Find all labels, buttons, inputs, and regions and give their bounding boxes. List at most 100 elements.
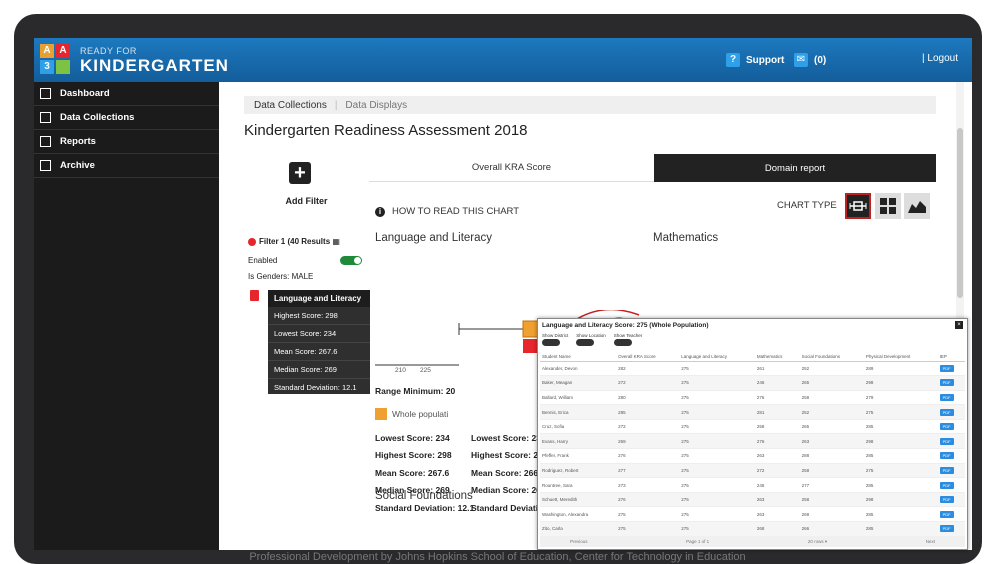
pdf-button[interactable]: PDF: [939, 423, 954, 431]
breadcrumb-data-collections[interactable]: Data Collections: [254, 100, 327, 111]
toggle-label: Show Location: [576, 333, 606, 338]
toggle-switch[interactable]: [576, 339, 595, 346]
document-icon: [40, 136, 51, 147]
table-row[interactable]: Cruz, Sofia 272 275 258 265 285 PDF: [540, 419, 965, 435]
col-physical[interactable]: Physical Development: [863, 353, 938, 362]
table-row[interactable]: Washington, Alexandra 275 275 263 268 285 PDF: [540, 506, 965, 523]
roster-table: Student Name Overall KRA Score Language …: [540, 353, 965, 537]
table-row[interactable]: Pfeffer, Frank 276 275 263 288 285 PDF: [540, 448, 965, 464]
pdf-button[interactable]: PDF: [939, 364, 954, 372]
tooltip-mean: Mean Score: 267.6: [268, 343, 370, 361]
pdf-button[interactable]: PDF: [939, 466, 954, 474]
legend-whole-population[interactable]: Whole populati: [375, 408, 448, 420]
stat-filter-sd: Standard Deviatio: [471, 503, 544, 513]
pdf-button[interactable]: PDF: [939, 525, 954, 533]
sidebar-item-label: Archive: [60, 160, 95, 171]
breadcrumb-data-displays[interactable]: Data Displays: [345, 100, 407, 111]
table-cell: 263: [754, 492, 800, 508]
sidebar-item-archive[interactable]: Archive: [34, 154, 219, 178]
filter-enabled-toggle[interactable]: [340, 256, 362, 265]
table-cell: 285: [863, 477, 938, 493]
trash-icon[interactable]: [250, 290, 259, 301]
pdf-button[interactable]: PDF: [939, 379, 954, 387]
toggle-switch[interactable]: [613, 339, 632, 346]
range-minimum: Range Minimum: 20: [375, 386, 456, 396]
pdf-button[interactable]: PDF: [939, 496, 954, 504]
table-cell: PDF: [937, 433, 965, 450]
stat-mean: Mean Score: 267.6: [375, 468, 450, 478]
col-math[interactable]: Mathematics: [754, 353, 800, 362]
table-cell: PDF: [937, 448, 965, 464]
messages-button[interactable]: ✉ (0): [794, 52, 826, 68]
chart-type-area-button[interactable]: [904, 193, 930, 219]
toggle-switch[interactable]: [542, 339, 560, 346]
toggle-show-district[interactable]: Show District: [542, 333, 568, 346]
pdf-button[interactable]: PDF: [939, 452, 954, 460]
col-iep[interactable]: IEP: [937, 353, 965, 362]
table-cell: 275: [679, 492, 755, 508]
monitor-icon: [40, 88, 51, 99]
roster-pagination: Previous Page 1 of 1 20 rows ▾ Next: [540, 536, 965, 547]
previous-page-button[interactable]: Previous: [570, 539, 588, 544]
table-cell: Alexander, Devon: [540, 361, 617, 377]
table-cell: 285: [616, 404, 680, 420]
report-tabs: Overall KRA Score Domain report: [369, 154, 936, 182]
col-student-name[interactable]: Student Name: [540, 353, 617, 362]
stat-filter-lowest: Lowest Score: 23: [471, 433, 541, 443]
pdf-button[interactable]: PDF: [939, 437, 954, 445]
table-row[interactable]: Bennis, Erica 285 275 281 252 275 PDF: [540, 404, 965, 420]
table-cell: 246: [754, 375, 800, 391]
table-row[interactable]: Rodriguez, Robert 277 275 272 258 275 PDF: [540, 463, 965, 479]
pdf-button[interactable]: PDF: [939, 510, 954, 518]
pdf-button[interactable]: PDF: [939, 481, 954, 489]
col-social[interactable]: Social Foundations: [799, 353, 864, 362]
col-overall-kra[interactable]: Overall KRA Score: [616, 353, 680, 362]
legend-swatch: [375, 408, 387, 420]
sidebar-item-data-collections[interactable]: Data Collections: [34, 106, 219, 130]
rows-per-page-select[interactable]: 20 rows ▾: [808, 539, 827, 545]
toggle-show-teacher[interactable]: Show Teacher: [613, 333, 642, 346]
table-cell: 285: [863, 521, 938, 537]
tab-overall-kra-score[interactable]: Overall KRA Score: [369, 154, 654, 182]
roster-toggles: Show District Show Location Show Teacher: [542, 333, 642, 346]
domain-title-language: Language and Literacy: [375, 232, 493, 244]
scrollbar-thumb[interactable]: [957, 128, 963, 298]
pdf-button[interactable]: PDF: [939, 408, 954, 416]
filter-condition: Is Genders: MALE: [248, 272, 314, 281]
toggle-show-location[interactable]: Show Location: [576, 333, 606, 346]
add-filter-label[interactable]: Add Filter: [244, 196, 369, 206]
next-page-button[interactable]: Next: [926, 539, 935, 544]
table-cell: 298: [863, 375, 938, 391]
roster-header-row: Student Name Overall KRA Score Language …: [540, 353, 965, 362]
logout-link[interactable]: | Logout: [922, 53, 958, 64]
table-cell: 276: [616, 448, 680, 464]
add-filter-icon[interactable]: +: [289, 162, 311, 184]
table-cell: 258: [754, 419, 800, 435]
table-cell: 275: [679, 521, 755, 537]
calendar-icon: ▦: [332, 237, 340, 246]
chart-type-grid-button[interactable]: [875, 193, 901, 219]
table-cell: Washington, Alexandra: [540, 506, 617, 523]
table-row[interactable]: Ballard, William 280 275 276 258 279 PDF: [540, 390, 965, 406]
table-row[interactable]: Rountree, Sara 273 275 245 277 285 PDF: [540, 477, 965, 493]
table-cell: Zito, Carla: [540, 521, 617, 537]
chart-type-boxplot-button[interactable]: [845, 193, 871, 219]
table-cell: 275: [679, 404, 755, 420]
table-row[interactable]: Schuett, Meredith 276 275 263 258 298 PDF: [540, 492, 965, 508]
table-row[interactable]: Alexander, Devon 282 275 261 252 289 PDF: [540, 361, 965, 377]
table-row[interactable]: Evans, Harry 269 275 276 263 298 PDF: [540, 433, 965, 450]
sidebar-item-reports[interactable]: Reports: [34, 130, 219, 154]
tab-domain-report[interactable]: Domain report: [654, 154, 936, 182]
table-cell: Baker, Meagan: [540, 375, 617, 391]
table-row[interactable]: Zito, Carla 275 275 268 266 285 PDF: [540, 521, 965, 537]
support-button[interactable]: ? Support: [726, 52, 784, 68]
how-to-read-link[interactable]: i HOW TO READ THIS CHART: [375, 206, 519, 217]
table-cell: 285: [863, 419, 938, 435]
close-icon[interactable]: ×: [955, 321, 963, 329]
table-cell: PDF: [937, 463, 965, 479]
col-language[interactable]: Language and Literacy: [679, 353, 755, 362]
table-row[interactable]: Baker, Meagan 272 275 246 265 298 PDF: [540, 375, 965, 391]
page-indicator: Page 1 of 1: [686, 539, 710, 544]
pdf-button[interactable]: PDF: [939, 393, 954, 401]
sidebar-item-dashboard[interactable]: Dashboard: [34, 82, 219, 106]
